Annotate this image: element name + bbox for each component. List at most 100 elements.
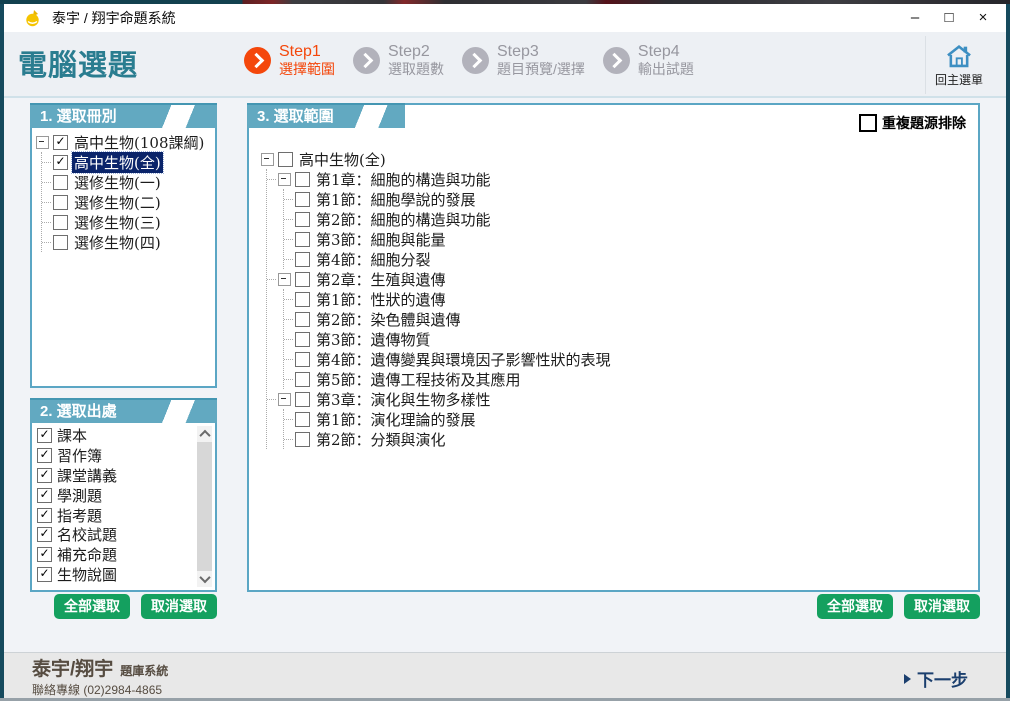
checkbox[interactable]: [295, 272, 310, 287]
footer-bar: 泰宇/翔宇 題庫系統 聯絡專線 (02)2984-4865 下一步: [4, 652, 1006, 698]
checkbox[interactable]: [53, 155, 68, 170]
tree-item-label[interactable]: 第1章：細胞的構造與功能: [314, 169, 493, 190]
header-bar: 電腦選題 Step1選擇範圍Step2選取題數Step3題目預覽/選擇Step4…: [4, 32, 1006, 98]
checkbox[interactable]: [295, 172, 310, 187]
tree-item-label[interactable]: 第1節：性狀的遺傳: [314, 289, 448, 310]
tree-item-label[interactable]: 第4節：遺傳變異與環境因子影響性狀的表現: [314, 349, 613, 370]
checkbox[interactable]: [295, 192, 310, 207]
tree-item-label[interactable]: 第1節：演化理論的發展: [314, 409, 478, 430]
checkbox[interactable]: [53, 135, 68, 150]
tree-item: 第2節：染色體與遺傳: [295, 309, 613, 329]
tree-item-label[interactable]: 第3節：細胞與能量: [314, 229, 448, 250]
panel-select-source: 2. 選取出處 課本習作簿課堂講義學測題指考題名校試題補充命題生物說圖: [30, 398, 217, 592]
checkbox[interactable]: [295, 332, 310, 347]
dedupe-label: 重複題源排除: [882, 113, 966, 133]
checkbox[interactable]: [37, 547, 52, 562]
source-item-label[interactable]: 指考題: [57, 505, 102, 526]
checkbox[interactable]: [295, 372, 310, 387]
dedupe-option[interactable]: 重複題源排除: [859, 113, 966, 133]
title-bar: 泰宇 / 翔宇命題系統 –□×: [4, 4, 1006, 32]
step-4[interactable]: Step4輸出試題: [603, 42, 694, 78]
tree-item-label[interactable]: 高中生物(108課綱): [72, 132, 206, 153]
tree-item-label[interactable]: 高中生物(全): [297, 149, 388, 170]
brand-block: 泰宇/翔宇 題庫系統 聯絡專線 (02)2984-4865: [32, 658, 168, 698]
checkbox[interactable]: [295, 252, 310, 267]
tree-item-label[interactable]: 第2節：染色體與遺傳: [314, 309, 463, 330]
tree-item-label[interactable]: 選修生物(三): [72, 212, 163, 233]
contact-line: 聯絡專線 (02)2984-4865: [32, 683, 168, 698]
home-button-label: 回主選單: [935, 71, 983, 88]
brand-name: 泰宇/翔宇: [32, 658, 113, 682]
checkbox[interactable]: [295, 312, 310, 327]
checkbox[interactable]: [37, 508, 52, 523]
step-3[interactable]: Step3題目預覽/選擇: [462, 42, 585, 78]
checkbox[interactable]: [37, 448, 52, 463]
expand-toggle-icon[interactable]: [278, 393, 291, 406]
checkbox[interactable]: [37, 488, 52, 503]
checkbox[interactable]: [37, 527, 52, 542]
deselect-all-scope-button[interactable]: 取消選取: [904, 594, 980, 619]
checkbox[interactable]: [295, 432, 310, 447]
tree-item: 選修生物(一): [53, 172, 213, 192]
tree-item-label[interactable]: 第1節：細胞學說的發展: [314, 189, 478, 210]
close-button[interactable]: ×: [966, 4, 1000, 32]
step-label: Step2: [388, 42, 444, 61]
source-item-label[interactable]: 補充命題: [57, 544, 117, 565]
checkbox[interactable]: [53, 215, 68, 230]
maximize-button[interactable]: □: [932, 4, 966, 32]
next-step-button[interactable]: 下一步: [904, 666, 968, 691]
checkbox[interactable]: [295, 232, 310, 247]
checkbox[interactable]: [295, 352, 310, 367]
source-item-label[interactable]: 習作簿: [57, 445, 102, 466]
step-1[interactable]: Step1選擇範圍: [244, 42, 335, 78]
checkbox[interactable]: [37, 428, 52, 443]
source-item-label[interactable]: 生物說圖: [57, 564, 117, 585]
checkbox[interactable]: [53, 175, 68, 190]
select-all-sources-button[interactable]: 全部選取: [54, 594, 130, 619]
tree-item-label[interactable]: 第4節：細胞分裂: [314, 249, 433, 270]
expand-toggle-icon[interactable]: [36, 136, 49, 149]
next-step-label: 下一步: [917, 666, 968, 691]
tree-item-label[interactable]: 第2節：分類與演化: [314, 429, 448, 450]
tree-item-label[interactable]: 第2節：細胞的構造與功能: [314, 209, 493, 230]
dedupe-checkbox[interactable]: [859, 114, 877, 132]
scrollbar[interactable]: [197, 426, 212, 587]
tree-item-label[interactable]: 選修生物(一): [72, 172, 163, 193]
scroll-down-button[interactable]: [197, 571, 212, 587]
tree-item-label[interactable]: 第3章：演化與生物多樣性: [314, 389, 493, 410]
tree-item-label[interactable]: 選修生物(二): [72, 192, 163, 213]
home-button[interactable]: 回主選單: [925, 36, 992, 94]
source-item-label[interactable]: 名校試題: [57, 524, 117, 545]
checkbox[interactable]: [37, 567, 52, 582]
expand-toggle-icon[interactable]: [278, 273, 291, 286]
checkbox[interactable]: [53, 195, 68, 210]
scroll-up-button[interactable]: [197, 426, 212, 442]
checkbox[interactable]: [278, 152, 293, 167]
step-sublabel: 選擇範圍: [279, 61, 335, 78]
checkbox[interactable]: [53, 235, 68, 250]
tree-item: 第2節：分類與演化: [295, 429, 613, 449]
tree-item: 選修生物(四): [53, 232, 213, 252]
tree-item-label[interactable]: 第3節：遺傳物質: [314, 329, 433, 350]
source-item-label[interactable]: 學測題: [57, 485, 102, 506]
step-2[interactable]: Step2選取題數: [353, 42, 444, 78]
select-all-scope-button[interactable]: 全部選取: [817, 594, 893, 619]
source-item-label[interactable]: 課堂講義: [57, 465, 117, 486]
tree-children: 第1節：演化理論的發展第2節：分類與演化: [283, 409, 613, 449]
tree-item-label[interactable]: 第5節：遺傳工程技術及其應用: [314, 369, 523, 390]
source-item-label[interactable]: 課本: [57, 425, 87, 446]
minimize-button[interactable]: –: [898, 4, 932, 32]
expand-toggle-icon[interactable]: [261, 153, 274, 166]
tree-item: 第2節：細胞的構造與功能: [295, 209, 613, 229]
tree-item-label[interactable]: 高中生物(全): [72, 152, 163, 173]
checkbox[interactable]: [295, 292, 310, 307]
panel-select-volume-title: 1. 選取冊別: [30, 103, 217, 128]
expand-toggle-icon[interactable]: [278, 173, 291, 186]
tree-item-label[interactable]: 第2章：生殖與遺傳: [314, 269, 448, 290]
checkbox[interactable]: [295, 212, 310, 227]
checkbox[interactable]: [295, 412, 310, 427]
tree-item-label[interactable]: 選修生物(四): [72, 232, 163, 253]
deselect-all-sources-button[interactable]: 取消選取: [141, 594, 217, 619]
checkbox[interactable]: [295, 392, 310, 407]
checkbox[interactable]: [37, 468, 52, 483]
